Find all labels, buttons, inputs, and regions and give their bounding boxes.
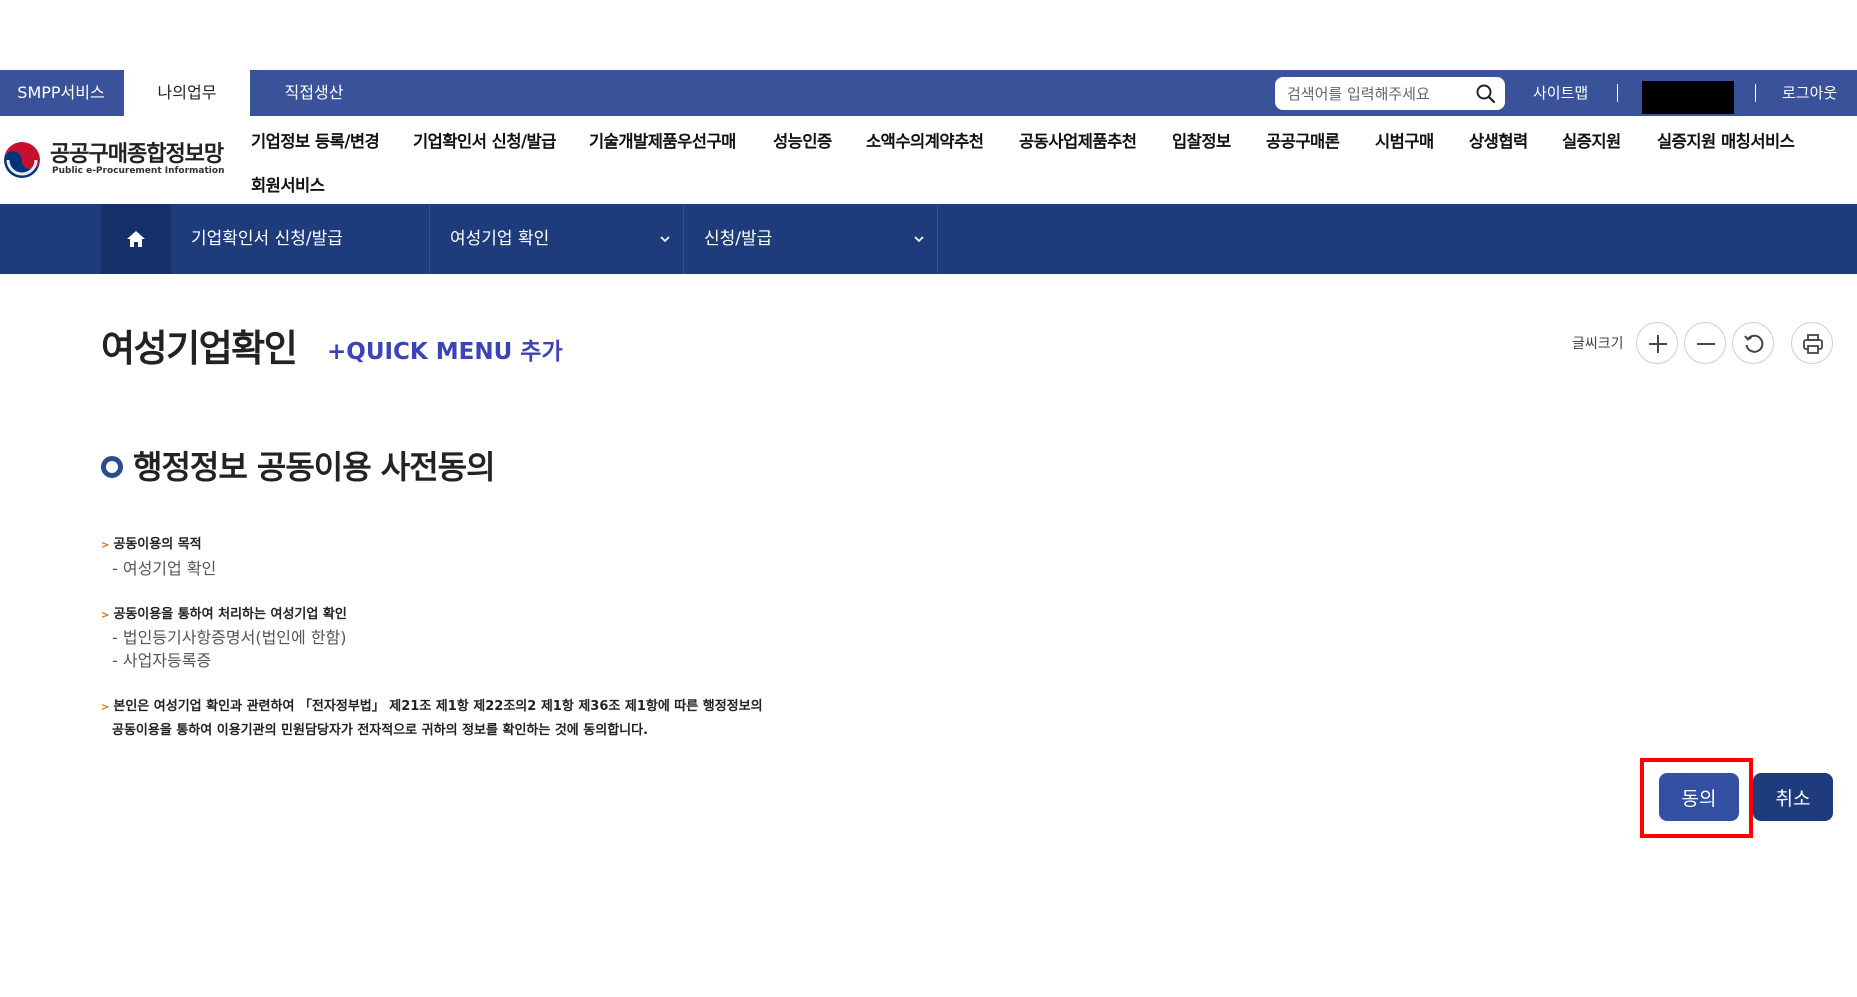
- quick-menu-add-link[interactable]: +QUICK MENU 추가: [327, 332, 563, 366]
- documents-heading: > 공동이용을 통하여 처리하는 여성기업 확인: [101, 607, 347, 622]
- gnb-tech-priority-purchase[interactable]: 기술개발제품우선구매: [589, 128, 736, 152]
- gnb-certificate[interactable]: 기업확인서 신청/발급: [413, 128, 556, 152]
- font-size-decrease-button[interactable]: [1684, 322, 1726, 364]
- chevron-right-icon: >: [101, 702, 110, 713]
- gnb-performance-cert[interactable]: 성능인증: [773, 128, 832, 152]
- breadcrumb-level3-dropdown[interactable]: 신청/발급: [684, 204, 938, 274]
- chevron-down-icon: [914, 236, 924, 243]
- consent-statement-line2: 공동이용을 통하여 이용기관의 민원담당자가 전자적으로 귀하의 정보를 확인하…: [112, 723, 649, 738]
- minus-icon: [1697, 343, 1715, 345]
- print-icon: [1803, 334, 1823, 354]
- taegeuk-logo-icon: [4, 142, 40, 178]
- gnb-win-win[interactable]: 상생협력: [1469, 128, 1528, 152]
- logo-subtitle: Public e-Procurement Information: [52, 166, 225, 176]
- page-title: 여성기업확인: [101, 327, 298, 370]
- font-size-reset-button[interactable]: [1732, 322, 1774, 364]
- cancel-button[interactable]: 취소: [1753, 773, 1833, 821]
- font-size-label: 글씨크기: [1572, 336, 1624, 352]
- font-size-increase-button[interactable]: [1636, 322, 1678, 364]
- top-utility-bar: SMPP서비스 나의업무 직접생산 사이트맵 로그아웃: [0, 70, 1857, 116]
- gnb-public-purchase-loan[interactable]: 공공구매론: [1266, 128, 1340, 152]
- tab-smpp-service[interactable]: SMPP서비스: [0, 70, 122, 116]
- agree-button[interactable]: 동의: [1659, 773, 1739, 821]
- redacted-user-name: [1642, 81, 1734, 114]
- plus-icon: [1649, 335, 1667, 353]
- purpose-item: - 여성기업 확인: [112, 559, 217, 578]
- search-box: [1275, 77, 1505, 110]
- header: 공공구매종합정보망 Public e-Procurement Informati…: [0, 116, 1857, 204]
- separator: [1755, 84, 1756, 102]
- consent-statement-line1: > 본인은 여성기업 확인과 관련하여 「전자정부법」 제21조 제1항 제22조…: [101, 699, 763, 714]
- document-item: - 사업자등록증: [112, 651, 212, 670]
- breadcrumb-level3-label: 신청/발급: [704, 229, 773, 249]
- breadcrumb-level1[interactable]: 기업확인서 신청/발급: [171, 204, 430, 274]
- chevron-right-icon: >: [101, 610, 110, 621]
- tab-my-work[interactable]: 나의업무: [124, 70, 250, 116]
- home-icon: [127, 231, 145, 247]
- chevron-down-icon: [660, 236, 670, 243]
- gnb-member-service[interactable]: 회원서비스: [251, 172, 325, 196]
- gnb-pilot-purchase[interactable]: 시범구매: [1375, 128, 1434, 152]
- logout-link[interactable]: 로그아웃: [1782, 70, 1837, 116]
- breadcrumb-level2-label: 여성기업 확인: [450, 229, 550, 249]
- gnb-demo-matching[interactable]: 실증지원 매칭서비스: [1657, 128, 1795, 152]
- tab-direct-production[interactable]: 직접생산: [252, 70, 376, 116]
- chevron-right-icon: >: [101, 540, 110, 551]
- breadcrumb-level2-dropdown[interactable]: 여성기업 확인: [430, 204, 684, 274]
- search-icon[interactable]: [1475, 83, 1497, 105]
- breadcrumb-level1-label: 기업확인서 신청/발급: [191, 229, 343, 249]
- separator: [1617, 84, 1618, 102]
- gnb-demo-support[interactable]: 실증지원: [1562, 128, 1621, 152]
- section-bullet-icon: [101, 456, 123, 478]
- breadcrumb: 기업확인서 신청/발급 여성기업 확인 신청/발급: [0, 204, 1857, 274]
- refresh-icon: [1744, 334, 1764, 353]
- section-title: 행정정보 공동이용 사전동의: [133, 448, 496, 486]
- logo-title: 공공구매종합정보망: [50, 142, 224, 167]
- gnb-small-contract[interactable]: 소액수의계약추천: [866, 128, 984, 152]
- search-input[interactable]: [1287, 77, 1467, 110]
- home-button[interactable]: [101, 204, 171, 274]
- gnb-bid-info[interactable]: 입찰정보: [1172, 128, 1231, 152]
- gnb-joint-product[interactable]: 공동사업제품추천: [1019, 128, 1137, 152]
- document-item: - 법인등기사항증명서(법인에 한함): [112, 628, 347, 647]
- sitemap-link[interactable]: 사이트맵: [1533, 70, 1588, 116]
- gnb-company-info[interactable]: 기업정보 등록/변경: [251, 128, 380, 152]
- print-button[interactable]: [1791, 322, 1833, 364]
- site-logo[interactable]: 공공구매종합정보망 Public e-Procurement Informati…: [0, 136, 230, 186]
- purpose-heading: > 공동이용의 목적: [101, 537, 202, 552]
